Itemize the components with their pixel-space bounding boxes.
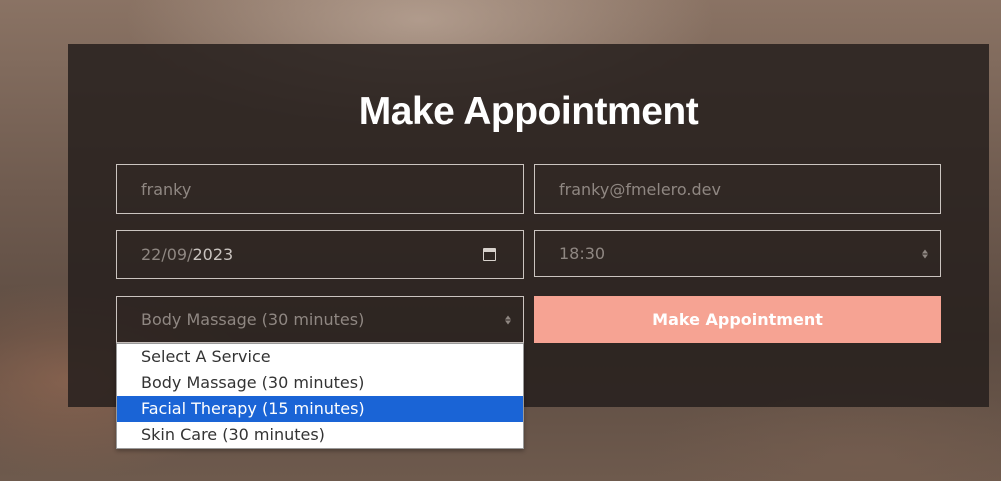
name-input[interactable]: franky xyxy=(116,164,524,214)
page-title: Make Appointment xyxy=(358,90,699,133)
service-value: Body Massage (30 minutes) xyxy=(141,310,365,329)
time-select[interactable]: 18:30 xyxy=(534,230,941,277)
calendar-icon[interactable] xyxy=(483,248,496,261)
spinner-icon xyxy=(922,249,928,258)
time-value: 18:30 xyxy=(559,244,606,263)
date-day-month: 22/09/ xyxy=(141,245,193,264)
service-dropdown-list: Select A Service Body Massage (30 minute… xyxy=(116,343,524,449)
spinner-icon xyxy=(505,315,511,324)
service-option-body-massage[interactable]: Body Massage (30 minutes) xyxy=(117,370,523,396)
email-value: franky@fmelero.dev xyxy=(559,179,721,199)
name-value: franky xyxy=(141,179,192,199)
service-option-skin-care[interactable]: Skin Care (30 minutes) xyxy=(117,422,523,448)
service-option-select[interactable]: Select A Service xyxy=(117,344,523,370)
email-input[interactable]: franky@fmelero.dev xyxy=(534,164,941,214)
date-year: 2023 xyxy=(192,245,234,264)
service-option-facial-therapy[interactable]: Facial Therapy (15 minutes) xyxy=(117,396,523,422)
date-input[interactable]: 22/09/2023 xyxy=(116,230,524,279)
make-appointment-button[interactable]: Make Appointment xyxy=(534,296,941,343)
service-select[interactable]: Body Massage (30 minutes) xyxy=(116,296,524,343)
